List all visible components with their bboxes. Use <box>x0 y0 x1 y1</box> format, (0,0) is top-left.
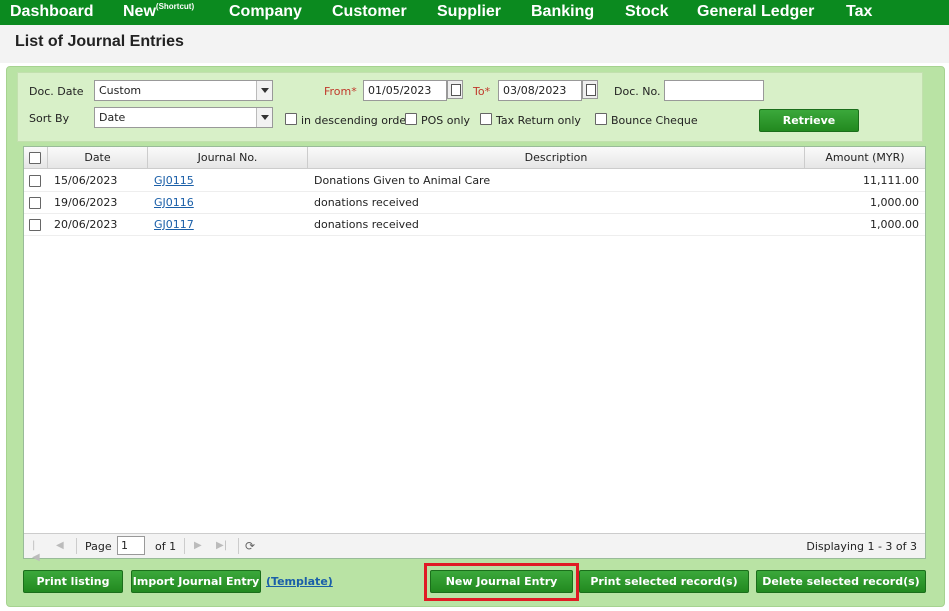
row-amount: 1,000.00 <box>870 218 919 231</box>
row-description: Donations Given to Animal Care <box>314 174 491 187</box>
tax-return-checkbox[interactable] <box>480 113 492 125</box>
to-date-input[interactable]: 03/08/2023 <box>498 80 582 101</box>
descending-label: in descending order <box>301 114 411 127</box>
row-journal-no: GJ0116 <box>154 192 194 214</box>
journal-no-link[interactable]: GJ0117 <box>154 218 194 231</box>
nav-general-ledger[interactable]: General Ledger <box>697 3 814 21</box>
highlight-box <box>424 563 579 601</box>
from-label: From* <box>324 85 357 98</box>
to-label: To* <box>473 85 491 98</box>
select-all-checkbox[interactable] <box>29 152 41 164</box>
calendar-icon[interactable] <box>582 80 598 99</box>
row-date: 15/06/2023 <box>54 174 118 187</box>
chevron-down-icon <box>256 81 272 100</box>
journal-no-link[interactable]: GJ0116 <box>154 196 194 209</box>
sort-by-value: Date <box>99 111 126 124</box>
page-number-input[interactable]: 1 <box>117 536 145 555</box>
table-row[interactable]: 15/06/2023 GJ0115 Donations Given to Ani… <box>24 170 925 192</box>
nav-new-shortcut: (Shortcut) <box>155 2 195 11</box>
pos-only-label: POS only <box>421 114 471 127</box>
template-link[interactable]: (Template) <box>266 575 333 588</box>
pager-separator <box>238 538 239 554</box>
retrieve-button[interactable]: Retrieve <box>759 109 859 132</box>
sort-by-label: Sort By <box>29 112 70 125</box>
tax-return-label: Tax Return only <box>496 114 581 127</box>
nav-new-label: New <box>123 3 156 20</box>
nav-company[interactable]: Company <box>229 3 302 21</box>
pager-separator <box>184 538 185 554</box>
displaying-count: Displaying 1 - 3 of 3 <box>806 540 917 553</box>
import-journal-entry-button[interactable]: Import Journal Entry <box>131 570 261 593</box>
first-page-icon[interactable]: |◀ <box>32 540 42 563</box>
row-description: donations received <box>314 218 419 231</box>
nav-new[interactable]: New(Shortcut) <box>123 2 195 21</box>
row-journal-no: GJ0117 <box>154 214 194 236</box>
refresh-icon[interactable]: ⟳ <box>245 540 255 552</box>
grid-header-date[interactable]: Date <box>48 147 148 169</box>
grid-header-select <box>24 147 48 169</box>
print-listing-button[interactable]: Print listing <box>23 570 123 593</box>
sort-by-select[interactable]: Date <box>94 107 273 128</box>
page-title: List of Journal Entries <box>15 33 184 50</box>
nav-banking[interactable]: Banking <box>531 3 594 21</box>
prev-page-icon[interactable]: ◀ <box>56 540 66 552</box>
grid-header-description[interactable]: Description <box>308 147 805 169</box>
pager-separator <box>76 538 77 554</box>
row-amount: 11,111.00 <box>863 174 919 187</box>
delete-selected-records-button[interactable]: Delete selected record(s) <box>756 570 926 593</box>
print-selected-records-button[interactable]: Print selected record(s) <box>579 570 749 593</box>
grid-header-amount[interactable]: Amount (MYR) <box>805 147 925 169</box>
table-row[interactable]: 20/06/2023 GJ0117 donations received 1,0… <box>24 214 925 236</box>
nav-supplier[interactable]: Supplier <box>437 3 501 21</box>
doc-date-value: Custom <box>99 84 142 97</box>
nav-tax[interactable]: Tax <box>846 3 872 21</box>
page-label: Page <box>85 540 112 553</box>
pos-only-checkbox[interactable] <box>405 113 417 125</box>
doc-date-select[interactable]: Custom <box>94 80 273 101</box>
row-checkbox[interactable] <box>29 197 41 209</box>
nav-dashboard[interactable]: Dashboard <box>10 3 94 21</box>
table-row[interactable]: 19/06/2023 GJ0116 donations received 1,0… <box>24 192 925 214</box>
bounce-cheque-checkbox[interactable] <box>595 113 607 125</box>
journal-grid: Date Journal No. Description Amount (MYR… <box>23 146 926 563</box>
row-checkbox[interactable] <box>29 175 41 187</box>
top-nav: Dashboard New(Shortcut) Company Customer… <box>0 0 949 25</box>
row-date: 20/06/2023 <box>54 218 118 231</box>
chevron-down-icon <box>256 108 272 127</box>
row-description: donations received <box>314 196 419 209</box>
row-amount: 1,000.00 <box>870 196 919 209</box>
page-header: List of Journal Entries <box>0 25 949 63</box>
grid-pager: |◀ ◀ Page 1 of 1 ▶ ▶| ⟳ Displaying 1 - 3… <box>24 533 925 563</box>
row-date: 19/06/2023 <box>54 196 118 209</box>
doc-no-label: Doc. No. <box>614 85 661 98</box>
descending-checkbox[interactable] <box>285 113 297 125</box>
next-page-icon[interactable]: ▶ <box>194 540 204 552</box>
nav-stock[interactable]: Stock <box>625 3 669 21</box>
doc-no-input[interactable] <box>664 80 764 101</box>
row-checkbox[interactable] <box>29 219 41 231</box>
grid-header-journal-no[interactable]: Journal No. <box>148 147 308 169</box>
calendar-icon[interactable] <box>447 80 463 99</box>
from-date-input[interactable]: 01/05/2023 <box>363 80 447 101</box>
of-pages-label: of 1 <box>155 540 177 553</box>
last-page-icon[interactable]: ▶| <box>216 540 227 552</box>
row-journal-no: GJ0115 <box>154 170 194 192</box>
journal-no-link[interactable]: GJ0115 <box>154 174 194 187</box>
bounce-cheque-label: Bounce Cheque <box>611 114 698 127</box>
doc-date-label: Doc. Date <box>29 85 84 98</box>
nav-customer[interactable]: Customer <box>332 3 407 21</box>
